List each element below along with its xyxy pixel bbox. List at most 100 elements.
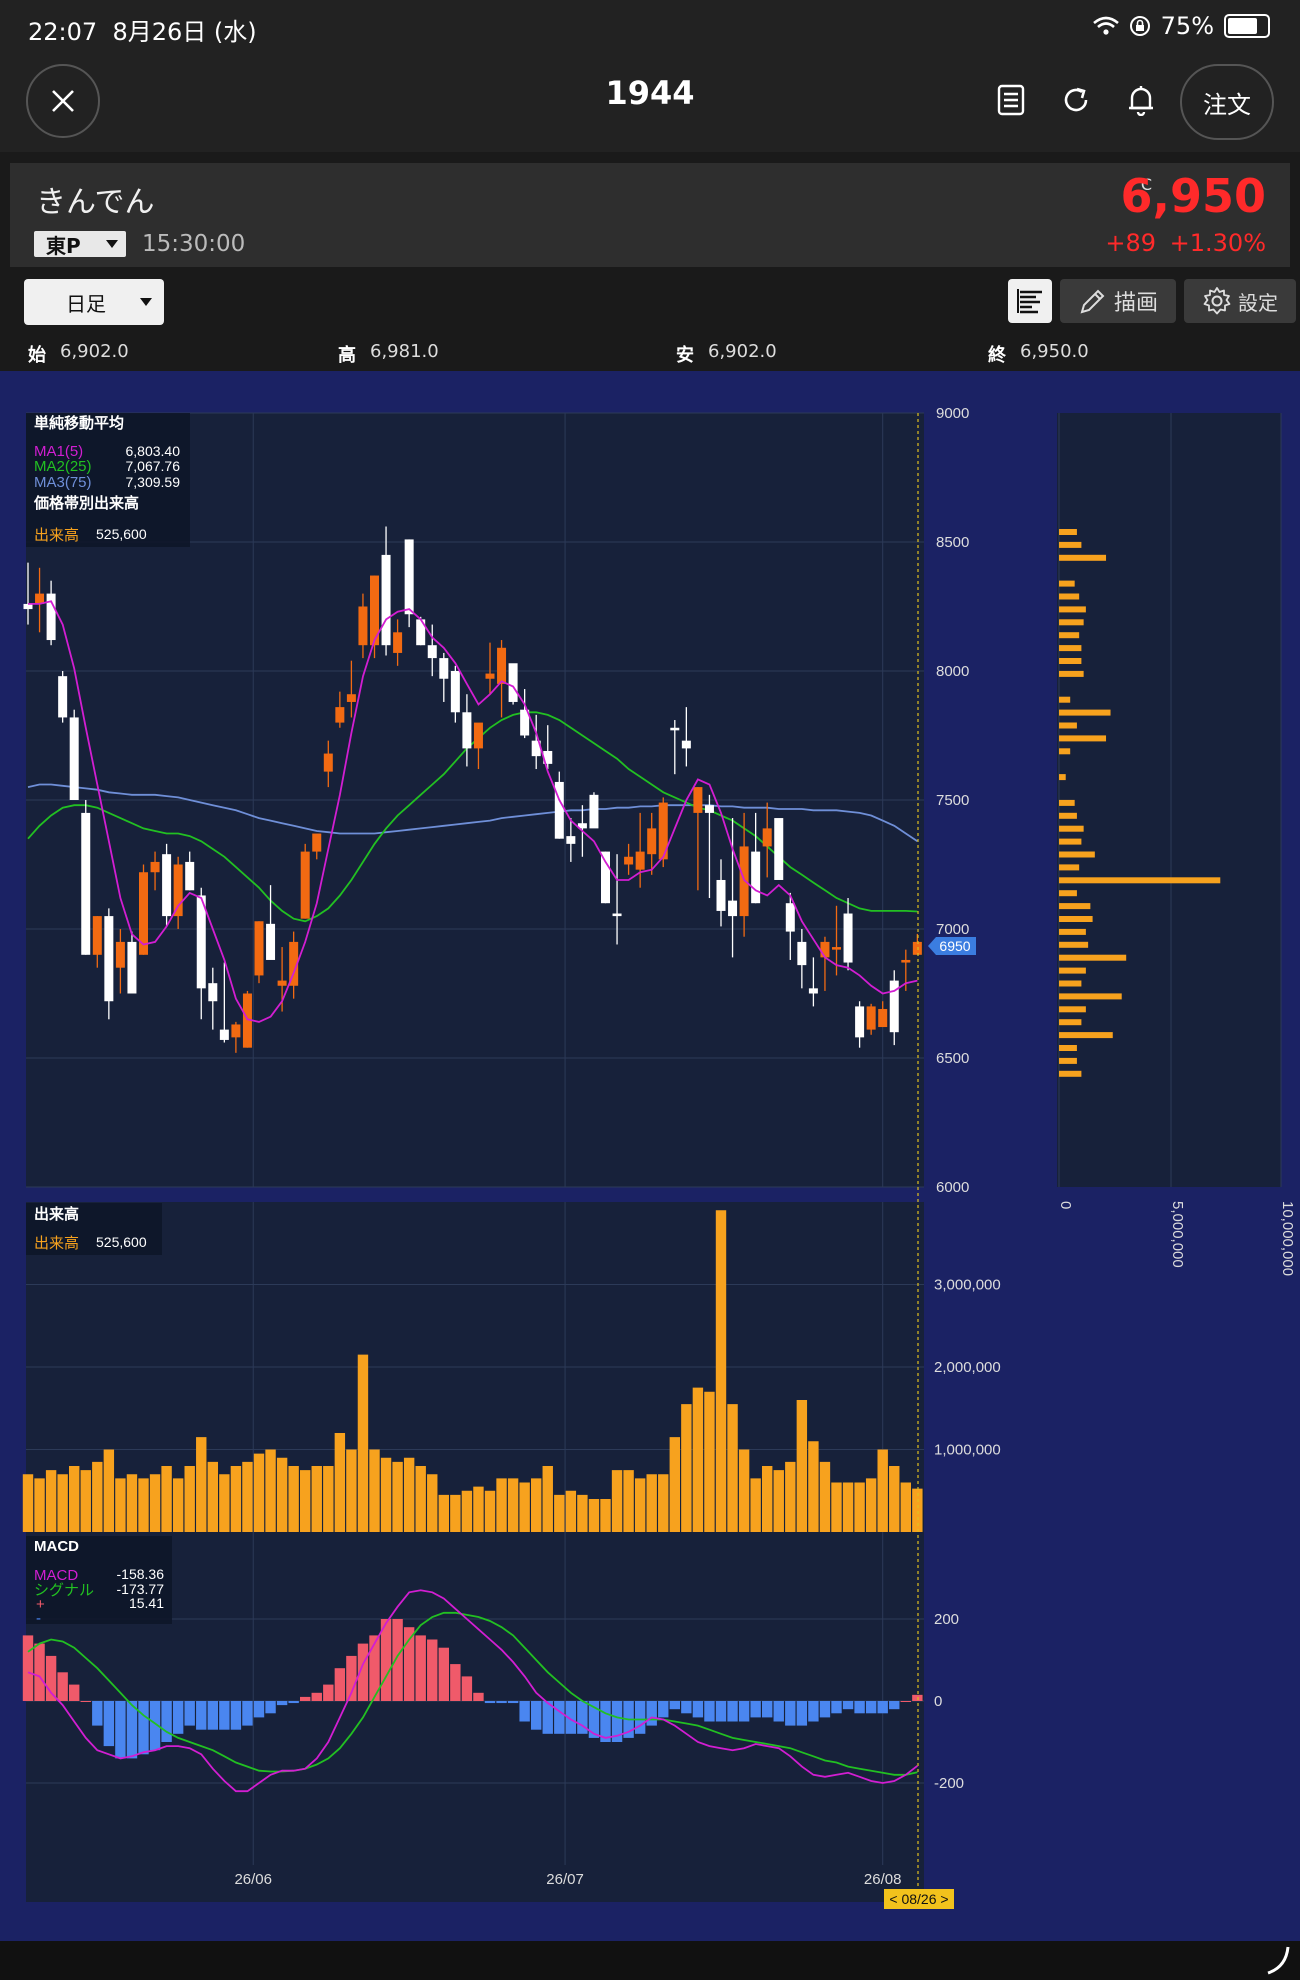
draw-button[interactable]: 描画 [1060,279,1176,323]
hist-minus-label: - [36,1610,41,1627]
pencil-icon [1080,289,1105,314]
volume-bar [623,1470,634,1532]
volume-bar [22,1474,34,1532]
volume-bar [588,1499,600,1532]
candle-body [381,554,391,646]
candle-body [797,941,807,966]
volume-profile-icon [1017,289,1042,314]
volume-bar [692,1387,704,1532]
news-button[interactable] [987,76,1035,124]
cursor-date[interactable]: < 08/26 > [884,1889,954,1909]
macd-histogram-bar [80,1701,91,1702]
change-value: +89 [1105,229,1156,257]
macd-histogram-bar [681,1701,692,1714]
candle-body [670,727,680,731]
volume-bar [785,1461,796,1532]
candle-body [866,1006,876,1030]
volume-profile-bar [1059,722,1077,729]
price-axis-label: 7000 [936,921,969,938]
volume-bar [103,1449,115,1532]
volume-profile-bar [1059,799,1075,806]
volume-bar [842,1482,854,1532]
macd-histogram-bar [288,1701,299,1704]
chart-area[interactable]: 9000 8500 8000 7500 7000 6500 6000 26/06 26/07 26… [0,371,1300,1941]
candle-body [566,836,576,844]
volume-bar [69,1466,80,1532]
candle-body [254,921,264,976]
candle-body [704,805,714,813]
ma-legend-title: 単純移動平均 [34,414,124,432]
volume-legend-title: 出来高 [34,1205,79,1223]
page-title: 1944 [605,74,695,112]
macd-histogram-bar [773,1701,784,1722]
volume-profile-bar [1059,658,1082,664]
volume-profile-bar [1059,529,1077,535]
volume-profile-bar [1059,916,1093,922]
macd-histogram-bar [634,1701,646,1734]
bottom-bar [0,1941,1300,1980]
candle-body [485,673,495,679]
macd-histogram-bar [57,1672,68,1701]
candle-body [693,787,703,813]
price-axis-label: 8500 [936,534,969,551]
volume-bar [438,1494,449,1532]
battery-icon [1224,14,1270,38]
macd-histogram-bar [161,1701,172,1742]
vp-axis-label: 5,000,000 [1169,1201,1186,1268]
macd-histogram-bar [669,1701,680,1710]
volume-bar [473,1486,484,1532]
macd-value: -158.36 [117,1566,165,1582]
ohlc-row: 始 6,902.0 高 6,981.0 安 6,902.0 終 6,950.0 [0,331,1300,371]
macd-histogram-bar [300,1696,311,1701]
volume-profile-bar [1059,877,1221,884]
period-select[interactable]: 日足 [24,279,164,325]
candle-body [820,941,830,958]
volume-bar [658,1474,669,1532]
volume-profile-bar [1059,1006,1086,1013]
volume-profile-bar [1059,954,1127,961]
ma2-value: 7,067.76 [126,458,181,474]
chart-canvas[interactable]: 9000 8500 8000 7500 7000 6500 6000 26/06 26/07 26… [0,371,1300,1941]
volume-bar [611,1470,623,1532]
macd-histogram-bar [819,1701,831,1718]
refresh-icon [1064,87,1088,112]
volume-profile-bar [1059,812,1077,819]
macd-histogram-bar [762,1701,773,1718]
volume-profile-bar [1059,645,1082,652]
volume-bar [323,1466,334,1532]
alert-button[interactable] [1117,76,1165,124]
macd-histogram-bar [126,1701,138,1759]
candle-body [832,947,841,950]
volume-profile-bar [1059,928,1086,935]
volume-profile-bar [1059,1032,1113,1039]
refresh-button[interactable] [1052,76,1100,124]
bell-icon [1129,86,1153,116]
volume-bar [115,1478,126,1532]
volume-legend: 出来高 出来高 525,600 [26,1203,162,1255]
candle-body [635,851,645,870]
candle-body [358,606,368,646]
macd-histogram-bar [230,1701,242,1730]
macd-histogram-bar [727,1701,738,1722]
resize-handle-icon[interactable] [1264,1945,1292,1975]
macd-histogram-bar [196,1701,207,1730]
volume-profile-toggle[interactable] [1008,279,1052,323]
candle-body [231,1024,241,1038]
macd-axis-label: 0 [934,1693,942,1710]
volume-bar [738,1449,750,1532]
market-select[interactable]: 東P [34,231,126,258]
candle-body [473,722,483,749]
volume-bar [484,1490,496,1532]
vp-legend-label: 出来高 [34,527,79,544]
candle-body [127,941,137,994]
volume-profile-bar [1059,864,1080,871]
settings-button[interactable]: 設定 [1184,279,1296,323]
volume-bar [184,1466,195,1532]
order-button[interactable]: 注文 [1180,64,1274,140]
gear-icon [1203,287,1231,315]
macd-histogram-bar [704,1701,715,1722]
settings-label: 設定 [1238,290,1278,315]
candle-body [58,676,68,718]
price-tag-label: 6950 [939,938,970,954]
volume-bar [865,1478,877,1532]
